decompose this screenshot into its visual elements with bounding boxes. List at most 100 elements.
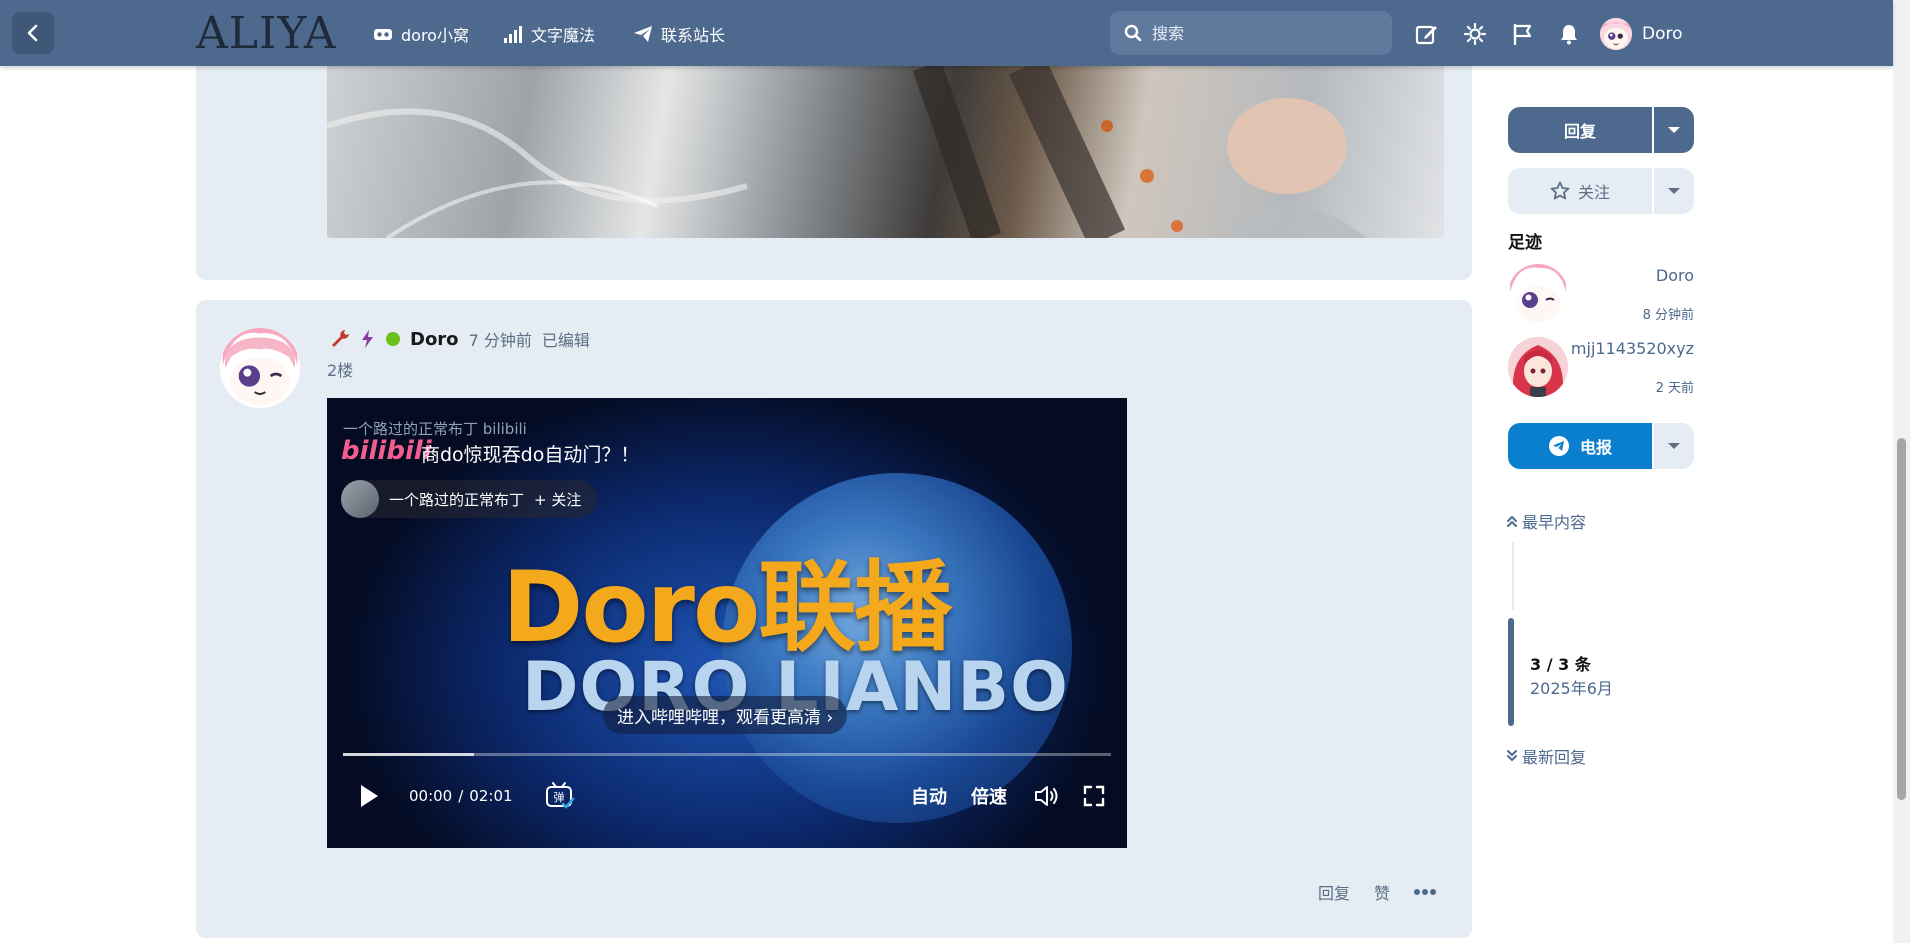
post-image[interactable] — [327, 66, 1444, 238]
post-actions: 回复 赞 — [1318, 880, 1436, 904]
double-chevron-down-icon — [1507, 750, 1517, 761]
footprint-item[interactable]: Doro 8 分钟前 — [1508, 264, 1694, 326]
timeline-handle[interactable] — [1508, 618, 1514, 726]
speed-button[interactable]: 倍速 — [971, 778, 1007, 814]
follow-uploader-button[interactable]: + 关注 — [534, 489, 581, 510]
author-name[interactable]: Doro — [410, 329, 459, 350]
back-button[interactable] — [12, 12, 54, 54]
sun-icon — [1464, 23, 1486, 45]
nav-label: doro小窝 — [401, 26, 469, 45]
scrollbar-thumb[interactable] — [1897, 438, 1906, 800]
follow-options-dropdown[interactable] — [1654, 168, 1694, 214]
quality-button[interactable]: 自动 — [911, 778, 947, 814]
search-icon — [1124, 24, 1142, 42]
search-box[interactable] — [1110, 11, 1392, 55]
reply-topic-button[interactable]: 回复 — [1508, 107, 1652, 153]
post-card-1 — [196, 40, 1472, 280]
edited-label[interactable]: 已编辑 — [542, 327, 590, 351]
footprint-name[interactable]: mjj1143520xyz — [1571, 339, 1694, 358]
doro-avatar-icon — [1508, 264, 1568, 324]
uploader-chip[interactable]: 一个路过的正常布丁 + 关注 — [341, 480, 598, 518]
video-progress-bar[interactable] — [343, 753, 1111, 756]
speed-label: 倍速 — [971, 787, 1007, 808]
double-chevron-up-icon — [1507, 516, 1517, 527]
reply-options-dropdown[interactable] — [1654, 107, 1694, 153]
video-buffer-fill — [343, 753, 474, 756]
earliest-label: 最早内容 — [1522, 513, 1587, 532]
user-name: Doro — [1642, 24, 1683, 44]
theme-toggle-button[interactable] — [1463, 22, 1487, 46]
timeline-date: 2025年6月 — [1530, 679, 1613, 698]
jump-to-latest[interactable]: 最新回复 — [1506, 744, 1586, 768]
open-bilibili-button[interactable]: 进入哔哩哔哩，观看更高清 › — [603, 696, 848, 734]
search-input[interactable] — [1152, 23, 1372, 43]
review-button[interactable] — [1511, 22, 1535, 46]
danmaku-icon: 弹 — [546, 782, 575, 809]
doro-avatar-icon — [220, 328, 300, 408]
footprint-avatar — [1508, 337, 1568, 397]
page-scrollbar[interactable] — [1893, 0, 1910, 943]
footprint-item[interactable]: mjj1143520xyz 2 天前 — [1508, 337, 1694, 399]
play-button[interactable] — [357, 778, 381, 814]
nav-label: 文字魔法 — [531, 26, 596, 45]
play-icon — [361, 785, 378, 807]
time-display: 00:00 / 02:01 — [409, 778, 513, 814]
online-status-dot — [386, 332, 400, 346]
fullscreen-button[interactable] — [1083, 778, 1105, 814]
post-time[interactable]: 7 分钟前 — [469, 327, 532, 351]
danmaku-toggle[interactable]: 弹 — [545, 778, 575, 814]
video-title[interactable]: 商do惊现吞do自动门？！ — [421, 440, 639, 467]
volume-button[interactable] — [1033, 778, 1061, 814]
bilibili-logo[interactable]: bilibili — [341, 436, 432, 466]
user-menu[interactable]: Doro — [1600, 18, 1683, 50]
doro-avatar-icon — [1600, 18, 1632, 50]
top-header: ALIYA doro小窝 文字魔法 联系站长 Doro — [0, 0, 1893, 66]
footprint-name[interactable]: Doro — [1656, 266, 1694, 285]
telegram-icon — [1548, 436, 1569, 456]
like-post-button[interactable]: 赞 — [1374, 880, 1390, 904]
post-meta: Doro 7 分钟前 已编辑 — [330, 328, 590, 350]
nav-text-magic[interactable]: 文字魔法 — [503, 22, 595, 46]
edit-icon — [1415, 25, 1437, 45]
chevron-left-icon — [27, 24, 38, 42]
follow-label: 关注 — [1577, 183, 1610, 202]
post-card-2: Doro 7 分钟前 已编辑 2楼 一个路过的正常布丁 bilibili bil… — [196, 300, 1472, 938]
telegram-share-button[interactable]: 电报 — [1508, 423, 1652, 469]
volume-icon — [1035, 786, 1058, 806]
site-logo[interactable]: ALIYA — [196, 10, 337, 58]
timeline-track — [1512, 542, 1514, 610]
reply-post-button[interactable]: 回复 — [1318, 880, 1350, 904]
caret-down-icon — [1668, 188, 1680, 194]
wrench-icon — [332, 330, 349, 347]
footprint-heading: 足迹 — [1508, 233, 1542, 253]
nav-contact-admin[interactable]: 联系站长 — [633, 22, 725, 46]
latest-label: 最新回复 — [1522, 748, 1587, 767]
danmaku-glyph: 弹 — [554, 790, 565, 804]
floor-number: 2楼 — [327, 361, 354, 380]
timeline-count: 3 / 3 条 — [1530, 655, 1591, 674]
new-post-button[interactable] — [1415, 22, 1439, 46]
footprint-time: 8 分钟前 — [1642, 308, 1694, 323]
share-options-dropdown[interactable] — [1654, 423, 1694, 469]
uploader-name: 一个路过的正常布丁 — [389, 490, 525, 509]
more-options-icon[interactable] — [1414, 888, 1436, 896]
footprint-time: 2 天前 — [1655, 381, 1694, 396]
notifications-button[interactable] — [1557, 22, 1581, 46]
jump-to-earliest[interactable]: 最早内容 — [1506, 509, 1586, 533]
user-avatar — [1600, 18, 1632, 50]
duration: 02:01 — [469, 787, 513, 805]
star-icon — [1550, 181, 1570, 200]
artwork-image — [327, 66, 1367, 238]
paper-plane-icon — [634, 26, 652, 42]
flag-icon — [1513, 23, 1532, 45]
signal-bars-icon — [504, 26, 522, 43]
caret-down-icon — [1668, 443, 1680, 449]
bilibili-video-player[interactable]: 一个路过的正常布丁 bilibili bilibili 商do惊现吞do自动门？… — [327, 398, 1127, 848]
follow-topic-button[interactable]: 关注 — [1508, 168, 1652, 214]
bell-icon — [1561, 25, 1577, 45]
caret-down-icon — [1668, 127, 1680, 133]
nav-doro-den[interactable]: doro小窝 — [373, 22, 469, 46]
telegram-label: 电报 — [1579, 438, 1612, 457]
time-separator: / — [458, 787, 464, 805]
author-avatar[interactable] — [220, 328, 300, 408]
